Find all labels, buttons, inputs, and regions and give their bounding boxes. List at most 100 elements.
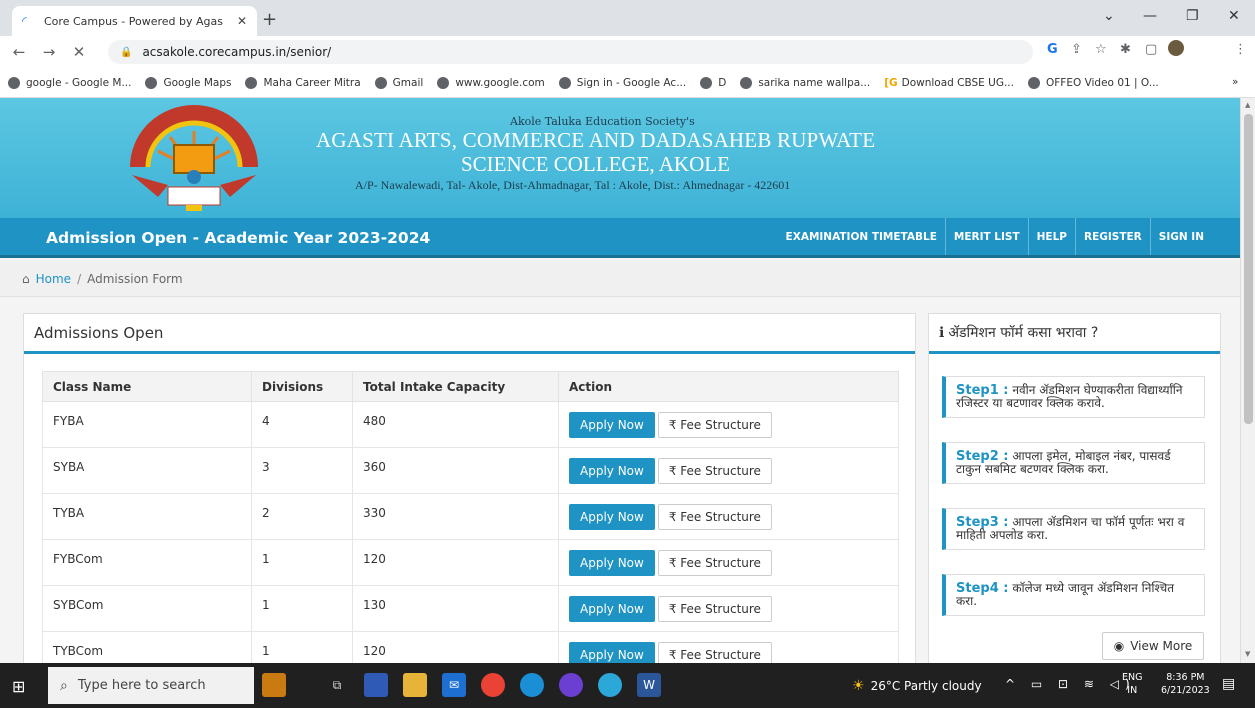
admissions-heading: Admissions Open: [24, 314, 915, 354]
help-step: Step4 : कॉलेज मध्ये जावून ॲडमिशन निश्चित…: [942, 574, 1205, 616]
menu-icon[interactable]: ⋮: [1234, 42, 1247, 57]
bookmark-item[interactable]: sarika name wallpa...: [740, 76, 870, 89]
column-header: Divisions: [251, 371, 353, 402]
fee-structure-button[interactable]: ₹ Fee Structure: [657, 504, 772, 530]
side-panel-icon[interactable]: ▢: [1145, 42, 1157, 57]
share-icon[interactable]: ⇪: [1071, 42, 1082, 57]
bookmark-item[interactable]: D: [700, 76, 726, 89]
fee-structure-button[interactable]: ₹ Fee Structure: [657, 412, 772, 438]
action-cell: Apply Now ₹ Fee Structure: [558, 539, 899, 586]
admission-title: Admission Open - Academic Year 2023-2024: [46, 229, 431, 247]
forward-icon[interactable]: →: [38, 43, 60, 61]
bookmark-item[interactable]: Maha Career Mitra: [245, 76, 361, 89]
divisions-cell: 4: [251, 401, 353, 448]
class-name-cell: FYBA: [42, 401, 252, 448]
more-bookmarks-button[interactable]: »: [1232, 76, 1238, 88]
notifications-icon[interactable]: ▤: [1222, 676, 1235, 692]
word-icon[interactable]: W: [637, 673, 661, 697]
action-cell: Apply Now ₹ Fee Structure: [558, 585, 899, 632]
taskbar-search[interactable]: ⌕ Type here to search: [48, 667, 254, 704]
weather-icon: ☀: [852, 678, 865, 694]
edge-icon[interactable]: [520, 673, 544, 697]
action-cell: Apply Now ₹ Fee Structure: [558, 493, 899, 540]
nav-examination-timetable[interactable]: EXAMINATION TIMETABLE: [778, 218, 945, 255]
apply-now-button[interactable]: Apply Now: [569, 458, 655, 484]
column-header: Total Intake Capacity: [352, 371, 559, 402]
action-cell: Apply Now ₹ Fee Structure: [558, 401, 899, 448]
nav-register[interactable]: REGISTER: [1075, 218, 1150, 255]
close-window-button[interactable]: ✕: [1228, 8, 1240, 24]
info-icon: ℹ: [939, 324, 945, 341]
scroll-up-icon[interactable]: ▲: [1245, 101, 1250, 109]
nav-merit-list[interactable]: MERIT LIST: [944, 218, 1028, 255]
system-tray-icons[interactable]: ^ ▭ ⊡ ≋ ◁): [1005, 677, 1136, 691]
table-row: FYBCom 1 120 Apply Now ₹ Fee Structure: [42, 539, 899, 586]
bookmark-item[interactable]: Sign in - Google Ac...: [558, 76, 686, 89]
bookmark-item[interactable]: Gmail: [374, 76, 423, 89]
app-icon[interactable]: [598, 673, 622, 697]
lock-icon[interactable]: 🔒: [120, 47, 132, 58]
view-more-button[interactable]: ◉ View More: [1102, 632, 1204, 660]
home-icon[interactable]: ⌂: [22, 272, 30, 286]
page-scrollbar[interactable]: ▲ ▼: [1240, 98, 1255, 663]
column-header: Action: [558, 371, 899, 402]
back-icon[interactable]: ←: [8, 43, 30, 61]
task-view-icon[interactable]: ⧉: [325, 673, 349, 697]
scroll-thumb[interactable]: [1244, 114, 1253, 424]
new-tab-button[interactable]: +: [262, 9, 277, 30]
taskbar-clock[interactable]: 8:36 PM 6/21/2023: [1161, 671, 1210, 697]
stop-icon[interactable]: ✕: [68, 43, 90, 61]
globe-icon: [437, 76, 450, 89]
bookmark-item[interactable]: www.google.com: [437, 76, 545, 89]
breadcrumb-home[interactable]: Home: [36, 272, 71, 286]
file-explorer-icon[interactable]: [403, 673, 427, 697]
apply-now-button[interactable]: Apply Now: [569, 596, 655, 622]
bookmark-item[interactable]: Google Maps: [145, 76, 231, 89]
restore-button[interactable]: ❐: [1186, 8, 1199, 24]
fee-structure-button[interactable]: ₹ Fee Structure: [657, 642, 772, 663]
fee-structure-button[interactable]: ₹ Fee Structure: [657, 550, 772, 576]
windows-start-icon[interactable]: ⊞: [12, 677, 25, 696]
fee-structure-button[interactable]: ₹ Fee Structure: [657, 458, 772, 484]
class-name-cell: SYBA: [42, 447, 252, 494]
minimize-button[interactable]: —: [1143, 8, 1157, 24]
store-icon[interactable]: [364, 673, 388, 697]
bookmark-star-icon[interactable]: ☆: [1095, 42, 1107, 57]
profile-avatar[interactable]: [1168, 40, 1184, 56]
bookmark-item[interactable]: OFFEO Video 01 | O...: [1027, 76, 1159, 89]
close-tab-icon[interactable]: ✕: [237, 14, 247, 28]
address-bar[interactable]: 🔒 acsakole.corecampus.in/senior/: [108, 40, 1033, 64]
column-header: Class Name: [42, 371, 252, 402]
table-row: TYBA 2 330 Apply Now ₹ Fee Structure: [42, 493, 899, 540]
language-indicator[interactable]: ENG IN: [1122, 671, 1142, 697]
browser-tab[interactable]: ◜ Core Campus - Powered by Agas ✕: [12, 6, 257, 36]
eye-icon: ◉: [1113, 639, 1125, 653]
google-lens-icon[interactable]: G: [1047, 42, 1058, 57]
taskbar-app-icon[interactable]: [262, 673, 286, 697]
extensions-icon[interactable]: ✱: [1120, 42, 1131, 57]
globe-icon: [245, 76, 258, 89]
tab-search-icon[interactable]: ⌄: [1103, 8, 1115, 24]
bookmark-item[interactable]: [G Download CBSE UG...: [884, 77, 1014, 89]
class-name-cell: TYBCom: [42, 631, 252, 663]
table-row: SYBA 3 360 Apply Now ₹ Fee Structure: [42, 447, 899, 494]
bookmark-item[interactable]: google - Google M...: [8, 76, 131, 89]
globe-icon: [1027, 76, 1040, 89]
chrome-icon[interactable]: [481, 673, 505, 697]
apply-now-button[interactable]: Apply Now: [569, 642, 655, 663]
app-icon[interactable]: [559, 673, 583, 697]
class-name-cell: SYBCom: [42, 585, 252, 632]
apply-now-button[interactable]: Apply Now: [569, 504, 655, 530]
nav-help[interactable]: HELP: [1027, 218, 1075, 255]
search-placeholder: Type here to search: [77, 678, 206, 693]
nav-sign-in[interactable]: SIGN IN: [1149, 218, 1212, 255]
class-name-cell: TYBA: [42, 493, 252, 540]
scroll-down-icon[interactable]: ▼: [1245, 650, 1250, 658]
apply-now-button[interactable]: Apply Now: [569, 550, 655, 576]
table-row: FYBA 4 480 Apply Now ₹ Fee Structure: [42, 401, 899, 448]
weather-widget[interactable]: ☀ 26°C Partly cloudy: [852, 678, 982, 694]
mail-icon[interactable]: ✉: [442, 673, 466, 697]
fee-structure-button[interactable]: ₹ Fee Structure: [657, 596, 772, 622]
apply-now-button[interactable]: Apply Now: [569, 412, 655, 438]
action-cell: Apply Now ₹ Fee Structure: [558, 631, 899, 663]
